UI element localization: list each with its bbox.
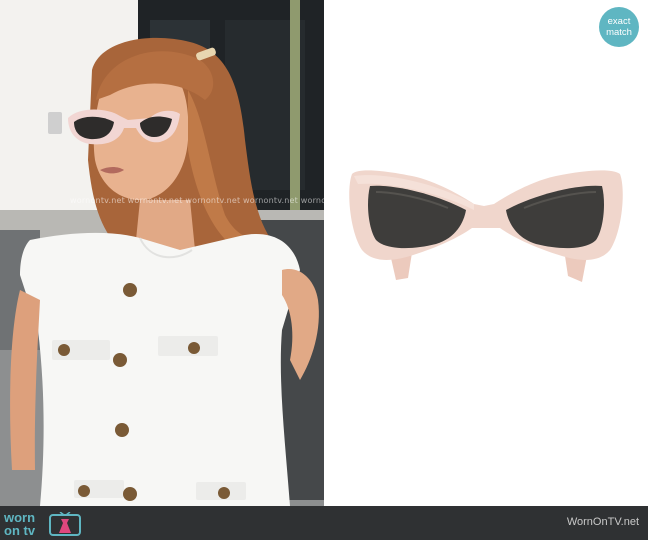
scene-photo bbox=[0, 0, 324, 506]
product-panel bbox=[324, 0, 648, 506]
wornontv-logo[interactable]: worn on tv bbox=[4, 509, 84, 537]
badge-line-1: exact bbox=[607, 16, 631, 27]
collage: wornontv.net wornontv.net wornontv.net w… bbox=[0, 0, 648, 540]
logo-text-bottom: on tv bbox=[4, 523, 36, 538]
tv-dress-icon bbox=[49, 512, 81, 536]
scene-illustration bbox=[0, 0, 324, 506]
footer-bar: worn on tv WornOnTV.net bbox=[0, 506, 648, 540]
sunglasses-product-image bbox=[349, 170, 623, 282]
badge-line-2: match bbox=[606, 27, 632, 38]
watermark-text: wornontv.net wornontv.net wornontv.net w… bbox=[70, 196, 340, 205]
site-label[interactable]: WornOnTV.net bbox=[567, 516, 639, 528]
exact-match-badge: exact match bbox=[599, 7, 639, 47]
